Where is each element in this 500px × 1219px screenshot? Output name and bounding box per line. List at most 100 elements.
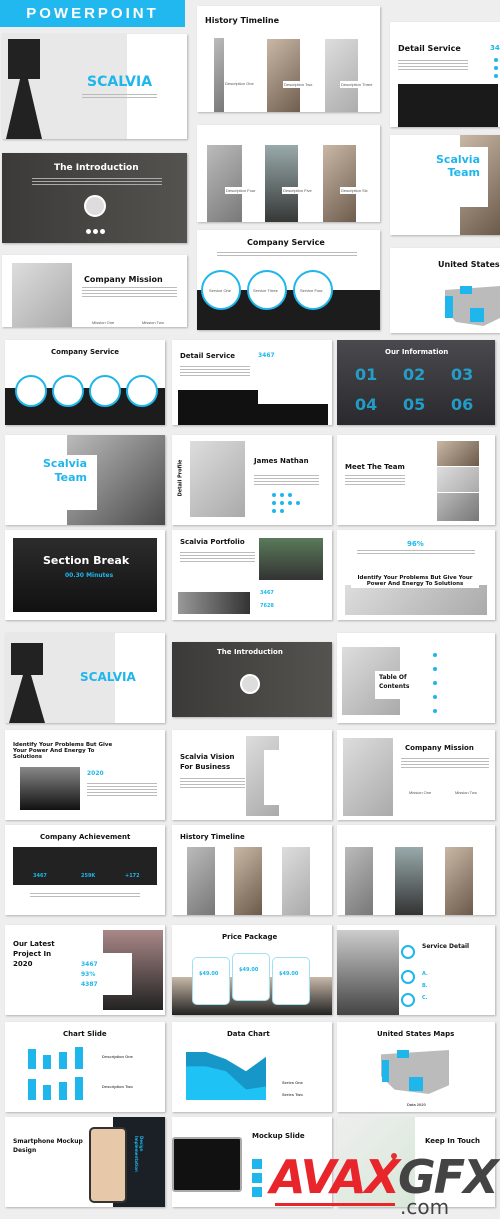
- body-text: [180, 366, 250, 376]
- slide-identify-problems-2[interactable]: Identify Your Problems But Give Your Pow…: [5, 730, 165, 820]
- slide-detail-service-2[interactable]: Detail Service 3467: [172, 340, 332, 425]
- timeline-item: Description One: [225, 81, 254, 86]
- slide-chart[interactable]: Chart Slide Description One Description …: [5, 1022, 165, 1112]
- camera-photo: [20, 767, 80, 810]
- timeline-photo: [345, 847, 373, 915]
- slide-latest-project[interactable]: Our Latest Project In 2020 3467 93% 4387: [5, 925, 165, 1015]
- slide-scalvia-team-2[interactable]: Scalvia Team: [5, 435, 165, 525]
- slide-history-timeline-3[interactable]: [337, 825, 495, 915]
- package-card[interactable]: [232, 953, 270, 1001]
- slide-company-service[interactable]: Company Service Service One Service Thre…: [197, 230, 380, 330]
- slide-company-mission-2[interactable]: Company Mission Mission One Mission Two: [337, 730, 495, 820]
- slide-company-mission[interactable]: Company Mission Mission One Mission Two: [2, 255, 187, 327]
- member-photo-3: [437, 493, 479, 521]
- slide-scalvia-portfolio[interactable]: Scalvia Portfolio 3467 7628: [172, 530, 332, 620]
- bullet-dot: [433, 709, 437, 713]
- slide-title: Section Break: [43, 554, 130, 567]
- package-card[interactable]: [192, 957, 230, 1005]
- bullet-dot: [494, 74, 498, 78]
- info-box: [258, 362, 328, 404]
- timeline-item: Description Four: [225, 187, 257, 194]
- slide-introduction-2[interactable]: The Introduction: [172, 642, 332, 717]
- body-text: [401, 758, 489, 768]
- slide-us-maps[interactable]: United States Maps Data 2020: [337, 1022, 495, 1112]
- timeline-photo-6: [323, 145, 356, 222]
- slide-title: Service Detail: [422, 943, 470, 950]
- slide-scalvia-team[interactable]: Scalvia Team: [390, 135, 500, 235]
- slide-table-of-contents[interactable]: Table Of Contents: [337, 633, 495, 723]
- slide-title: History Timeline: [205, 16, 280, 25]
- slide-title: The Introduction: [54, 163, 139, 173]
- service-photo: [337, 930, 399, 1015]
- slide-title: Company Mission: [84, 275, 163, 284]
- slide-title: Scalvia Team: [43, 457, 87, 484]
- slide-title: SCALVIA: [80, 670, 136, 684]
- package-price: $49.00: [199, 971, 219, 977]
- bullet-dot: [494, 66, 498, 70]
- slide-title-scalvia-2[interactable]: SCALVIA: [5, 633, 165, 723]
- watermark-underline: [275, 1203, 395, 1206]
- slide-price-package[interactable]: Price Package $49.00 $49.00 $49.00: [172, 925, 332, 1015]
- slide-title-scalvia[interactable]: SCALVIA: [2, 34, 187, 139]
- skill-dot: [272, 501, 276, 505]
- slide-title: Company Mission: [405, 744, 474, 752]
- package-card[interactable]: [272, 957, 310, 1005]
- slide-introduction[interactable]: The Introduction: [2, 153, 187, 243]
- social-icon[interactable]: [93, 229, 98, 234]
- service-circle: [52, 375, 84, 407]
- social-icon[interactable]: [86, 229, 91, 234]
- slide-data-chart[interactable]: Data Chart Series One Series Two: [172, 1022, 332, 1112]
- map-highlight: [382, 1060, 389, 1082]
- body-text: [254, 475, 319, 485]
- slide-section-break[interactable]: Section Break 00.30 Minutes: [5, 530, 165, 620]
- mission-item: Mission Two: [455, 790, 477, 795]
- slide-company-achievement[interactable]: Company Achievement 3467 259K +172: [5, 825, 165, 915]
- section-subtitle: 00.30 Minutes: [65, 572, 114, 579]
- map-highlight: [470, 308, 484, 322]
- chart-bar: [59, 1052, 67, 1069]
- info-number: 04: [355, 395, 378, 414]
- slide-company-service-2[interactable]: Company Service: [5, 340, 165, 425]
- slide-title: Keep In Touch: [425, 1137, 481, 1145]
- mission-item: Mission One: [409, 790, 432, 795]
- slide-meet-the-team[interactable]: Meet The Team: [337, 435, 495, 525]
- slide-vision-business[interactable]: Scalvia Vision For Business: [172, 730, 332, 820]
- member-photo-1: [437, 441, 479, 466]
- slide-title: United States Maps: [377, 1030, 455, 1038]
- timeline-item: Description Two: [283, 81, 314, 88]
- info-number: 06: [451, 395, 474, 414]
- service-item: Service One: [209, 288, 232, 293]
- slide-our-information[interactable]: Our Information 01 02 03 04 05 06: [337, 340, 495, 425]
- body-text: [30, 893, 140, 898]
- stat-value: 3467: [258, 352, 275, 359]
- map-highlight: [397, 1050, 409, 1058]
- slide-title: Company Service: [51, 348, 120, 356]
- slide-title: Our Information: [385, 348, 449, 356]
- map-footer: Data 2020: [407, 1102, 426, 1107]
- timeline-photo-4: [207, 145, 242, 222]
- slide-smartphone-mockup[interactable]: Smartphone Mockup Design Design Implemen…: [5, 1117, 165, 1207]
- service-photo: [398, 84, 498, 127]
- timeline-photo-3: [325, 39, 358, 112]
- slide-title: Table Of Contents: [379, 674, 410, 690]
- slide-detail-profile[interactable]: Detail Profile James Nathan: [172, 435, 332, 525]
- timeline-photo: [395, 847, 423, 915]
- slide-detail-service[interactable]: Detail Service 3467: [390, 22, 500, 127]
- powerpoint-banner: POWERPOINT: [0, 0, 185, 27]
- stat-value: 3467: [81, 961, 98, 968]
- slide-history-timeline[interactable]: History Timeline Description One Descrip…: [197, 6, 380, 112]
- slide-identify-problems[interactable]: 96% Identify Your Problems But Give Your…: [337, 530, 495, 620]
- info-number: 03: [451, 365, 474, 384]
- slide-service-detail[interactable]: Service Detail A. B. C.: [337, 925, 495, 1015]
- feature-icon: [252, 1173, 262, 1183]
- slide-history-timeline-2[interactable]: History Timeline: [172, 825, 332, 915]
- social-icon[interactable]: [100, 229, 105, 234]
- laptop-mockup: [172, 1137, 242, 1192]
- info-number: 05: [403, 395, 426, 414]
- slide-united-states[interactable]: United States: [390, 248, 500, 333]
- body-text: [398, 60, 468, 70]
- slide-history-timeline-cont[interactable]: Description Four Description Five Descri…: [197, 125, 380, 222]
- info-number: 02: [403, 365, 426, 384]
- watermark-suffix: .com: [400, 1195, 450, 1219]
- stat-value: 259K: [81, 873, 96, 879]
